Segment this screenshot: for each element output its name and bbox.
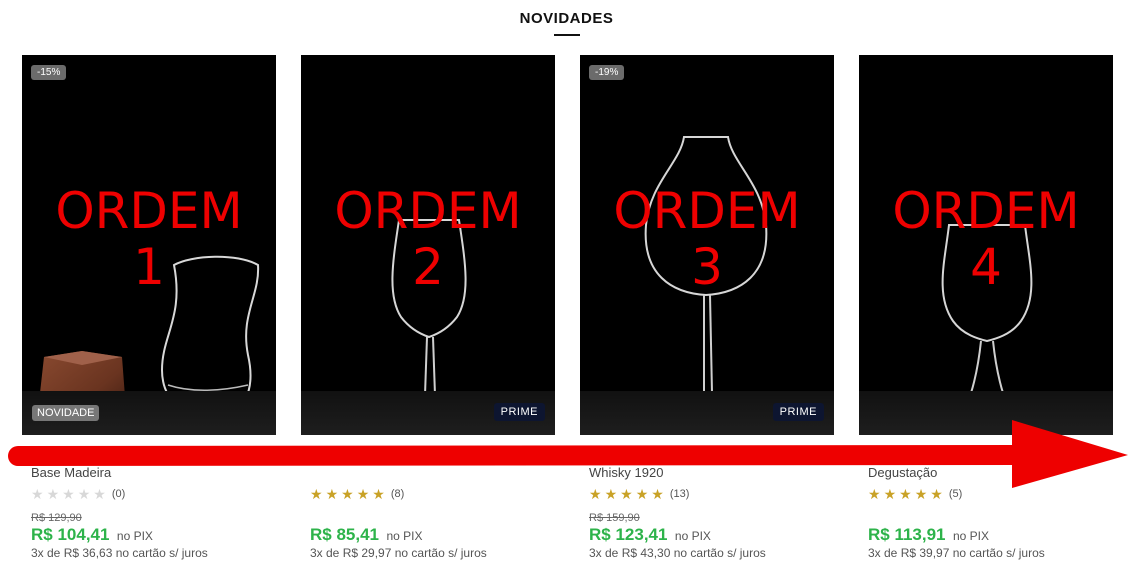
discount-badge: -19% [589,65,625,80]
star-icon: ★ [651,486,664,502]
ordem-overlay: ORDEM 3 [580,183,834,295]
product-card[interactable]: ORDEM 4 Degustação ★ ★ ★ ★ ★ (5) R$ 113,… [859,55,1113,560]
product-name[interactable]: Degustação [868,465,937,480]
product-image[interactable]: -19% PRIME ORDEM 3 [580,55,834,435]
star-icon: ★ [899,486,912,502]
price: R$ 104,41 [31,525,110,544]
review-count: (8) [390,488,405,500]
rating: ★ ★ ★ ★ ★ (0) [31,487,125,501]
ordem-number: 3 [691,238,723,296]
product-image[interactable]: ORDEM 4 [859,55,1113,435]
pix-label: no PIX [386,529,423,543]
product-name[interactable]: Whisky 1920 [589,465,663,480]
pix-label: no PIX [116,529,153,543]
star-icon: ★ [93,486,106,502]
prime-badge: PRIME [493,403,545,421]
star-icon: ★ [341,486,354,502]
rating: ★ ★ ★ ★ ★ (8) [310,487,404,501]
price: R$ 123,41 [589,525,668,544]
discount-badge: -15% [31,65,67,80]
ordem-label: ORDEM [892,182,1080,240]
star-icon: ★ [604,486,618,502]
review-count: (5) [948,488,963,500]
product-image[interactable]: -15% NOVIDADE ORDEM 1 [22,55,276,435]
star-icon: ★ [31,486,44,502]
ordem-label: ORDEM [613,182,801,240]
product-card[interactable]: PRIME ORDEM 2 ★ ★ ★ ★ ★ (8) R$ 85,41 no … [301,55,555,560]
pix-label: no PIX [952,529,989,543]
rating: ★ ★ ★ ★ ★ (5) [868,487,962,501]
installments: 3x de R$ 39,97 no cartão s/ juros [868,546,1045,560]
old-price: R$ 159,90 [589,512,640,524]
star-icon: ★ [930,486,943,502]
review-count: (0) [111,488,126,500]
installments: 3x de R$ 29,97 no cartão s/ juros [310,546,487,560]
ordem-label: ORDEM [334,182,522,240]
star-icon: ★ [325,486,339,502]
star-icon: ★ [77,486,91,502]
price-row: R$ 123,41 no PIX [589,525,711,545]
rating: ★ ★ ★ ★ ★ (13) [589,487,689,501]
section-title-underline [554,34,580,36]
pix-label: no PIX [674,529,711,543]
price: R$ 85,41 [310,525,379,544]
star-icon: ★ [635,486,649,502]
ordem-label: ORDEM [55,182,243,240]
ordem-number: 4 [970,238,1002,296]
product-card[interactable]: -15% NOVIDADE ORDEM 1 Base Madeira ★ ★ ★… [22,55,276,560]
prime-badge: PRIME [772,403,824,421]
star-icon: ★ [868,486,881,502]
section-title: NOVIDADES [519,10,614,27]
product-image[interactable]: PRIME ORDEM 2 [301,55,555,435]
installments: 3x de R$ 36,63 no cartão s/ juros [31,546,208,560]
ordem-overlay: ORDEM 2 [301,183,555,295]
star-icon: ★ [46,486,60,502]
price-row: R$ 113,91 no PIX [868,525,989,545]
novidade-badge: NOVIDADE [32,405,100,421]
product-card[interactable]: -19% PRIME ORDEM 3 Whisky 1920 ★ ★ ★ ★ ★… [580,55,834,560]
star-icon: ★ [589,486,602,502]
price-row: R$ 85,41 no PIX [310,525,422,545]
price: R$ 113,91 [868,525,946,544]
ordem-overlay: ORDEM 1 [22,183,276,295]
star-icon: ★ [310,486,323,502]
product-name[interactable]: Base Madeira [31,465,111,480]
star-icon: ★ [62,486,75,502]
ordem-number: 1 [133,238,165,296]
star-icon: ★ [356,486,370,502]
star-icon: ★ [914,486,928,502]
installments: 3x de R$ 43,30 no cartão s/ juros [589,546,766,560]
review-count: (13) [669,488,690,500]
star-icon: ★ [883,486,897,502]
star-icon: ★ [620,486,633,502]
ordem-overlay: ORDEM 4 [859,183,1113,295]
price-row: R$ 104,41 no PIX [31,525,153,545]
star-icon: ★ [372,486,385,502]
ordem-number: 2 [412,238,444,296]
old-price: R$ 129,90 [31,512,82,524]
image-bottom-band [859,391,1113,435]
